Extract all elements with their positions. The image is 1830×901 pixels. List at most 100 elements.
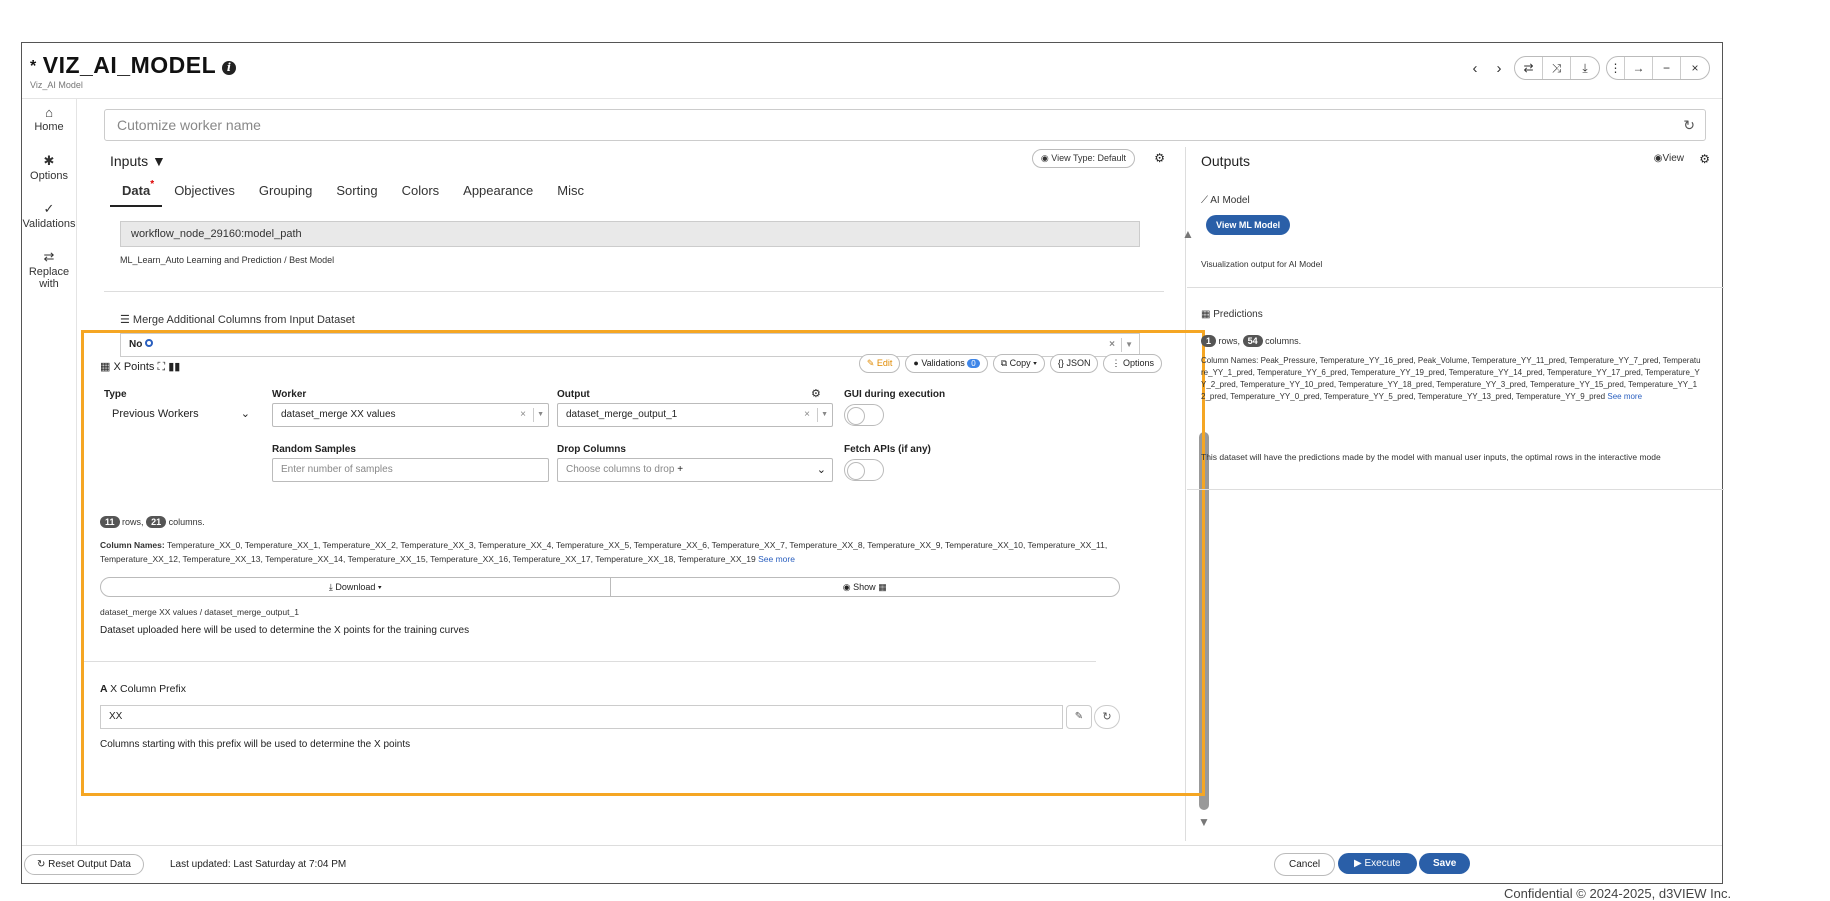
nav-item-home[interactable]: ⌂ Home bbox=[22, 99, 76, 147]
fullscreen-icon[interactable]: ⛶ bbox=[157, 361, 165, 373]
filter-icon[interactable]: ▼ bbox=[152, 153, 166, 169]
refresh-icon: ↻ bbox=[37, 859, 49, 870]
view-type-button[interactable]: ◉ View Type: Default bbox=[1031, 149, 1135, 168]
nav-label: Validations bbox=[22, 218, 76, 230]
tab-grouping[interactable]: Grouping bbox=[247, 179, 324, 207]
ai-model-text: AI Model bbox=[1210, 195, 1250, 206]
tab-appearance[interactable]: Appearance bbox=[451, 179, 545, 207]
reset-output-button[interactable]: ↻ Reset Output Data bbox=[24, 854, 144, 875]
tab-label: Data bbox=[122, 183, 151, 198]
drop-columns-placeholder: Choose columns to drop bbox=[566, 464, 675, 475]
options-button[interactable]: ⋮ Options bbox=[1103, 354, 1162, 373]
view-ml-model-button[interactable]: View ML Model bbox=[1206, 215, 1291, 235]
model-path-field[interactable]: workflow_node_29160:model_path bbox=[120, 221, 1140, 247]
outputs-title: Outputs bbox=[1201, 153, 1251, 169]
view-button[interactable]: ◉View bbox=[1654, 153, 1684, 164]
required-marker: * bbox=[150, 179, 155, 190]
rows-info: 11 rows, 21 columns. bbox=[100, 516, 205, 528]
expand-icon[interactable]: → bbox=[1625, 57, 1653, 79]
drop-columns-select[interactable]: Choose columns to drop + ⌄ bbox=[557, 458, 833, 482]
worker-label: Worker bbox=[272, 389, 307, 400]
merge-label-text: Merge Additional Columns from Input Data… bbox=[132, 314, 355, 326]
tab-objectives[interactable]: Objectives bbox=[162, 179, 247, 207]
column-names-label: Column Names: bbox=[100, 540, 165, 550]
nav-item-validations[interactable]: ✓ Validations bbox=[22, 195, 76, 243]
check-icon: ✓ bbox=[43, 201, 55, 216]
validations-count: 0 bbox=[967, 359, 980, 368]
refresh-icon[interactable]: ↻ bbox=[1094, 705, 1120, 729]
validations-button[interactable]: ● Validations 0 bbox=[905, 354, 988, 373]
drop-columns-label: Drop Columns bbox=[557, 444, 626, 455]
options-label: Options bbox=[1122, 358, 1154, 368]
tab-sorting[interactable]: Sorting bbox=[324, 179, 389, 207]
chevron-down-icon[interactable]: ▼ bbox=[533, 408, 544, 422]
copy-button[interactable]: ⧉ Copy ▾ bbox=[992, 354, 1045, 373]
rows-count: 11 bbox=[100, 516, 120, 528]
inputs-title-text: Inputs bbox=[110, 153, 149, 169]
worker-select[interactable]: dataset_merge XX values × ▼ bbox=[272, 403, 549, 427]
chart-icon[interactable]: ▮▮ bbox=[168, 361, 180, 373]
nav-item-replace[interactable]: ⇄ Replace with bbox=[22, 243, 76, 291]
info-icon[interactable]: i bbox=[222, 61, 237, 75]
execute-label: Execute bbox=[1364, 858, 1401, 869]
type-label: Type bbox=[104, 389, 127, 400]
save-button[interactable]: Save bbox=[1419, 853, 1471, 874]
download-label: Download bbox=[335, 582, 376, 592]
divider bbox=[1187, 287, 1724, 288]
paperclip-icon[interactable]: ✎ bbox=[1066, 705, 1092, 729]
view-label: View bbox=[1662, 153, 1685, 164]
table-icon: ▦ bbox=[100, 361, 114, 373]
gear-icon[interactable]: ⚙ bbox=[1699, 152, 1710, 166]
last-updated: Last updated: Last Saturday at 7:04 PM bbox=[170, 859, 347, 870]
shuffle-icon[interactable]: ⤨ bbox=[1543, 57, 1571, 79]
fetch-apis-toggle[interactable] bbox=[844, 459, 884, 481]
see-more-link[interactable]: See more bbox=[1607, 392, 1642, 401]
see-more-link[interactable]: See more bbox=[758, 554, 795, 564]
next-arrow-icon[interactable]: › bbox=[1490, 60, 1508, 77]
close-icon[interactable]: × bbox=[1681, 57, 1709, 79]
worker-name-input[interactable]: Cutomize worker name ↻ bbox=[104, 109, 1706, 141]
gear-icon[interactable]: ⚙ bbox=[811, 387, 821, 400]
more-icon[interactable]: ⋮ bbox=[1607, 57, 1625, 79]
rows-suffix: rows, bbox=[122, 517, 144, 527]
show-button[interactable]: ◉ Show ▦ bbox=[611, 578, 1120, 596]
eye-icon: ◉ bbox=[842, 582, 854, 592]
gear-icon[interactable]: ⚙ bbox=[1154, 151, 1165, 165]
minimize-icon[interactable]: − bbox=[1653, 57, 1681, 79]
divider bbox=[104, 291, 1164, 292]
dataset-path-caption: dataset_merge XX values / dataset_merge_… bbox=[100, 607, 299, 617]
type-select[interactable]: Previous Workers ⌄ bbox=[104, 403, 254, 427]
nav-label: Replace with bbox=[28, 266, 70, 290]
prefix-input[interactable]: XX bbox=[100, 705, 1063, 729]
download-button[interactable]: ⤓ Download ▾ bbox=[101, 578, 611, 596]
footer-bar: ↻ Reset Output Data Last updated: Last S… bbox=[22, 845, 1722, 885]
edit-label: Edit bbox=[876, 358, 893, 368]
prev-arrow-icon[interactable]: ‹ bbox=[1466, 60, 1484, 77]
nav-item-options[interactable]: ✱ Options bbox=[22, 147, 76, 195]
refresh-icon[interactable]: ↻ bbox=[1683, 110, 1695, 140]
ai-model-label: ⟋ AI Model bbox=[1201, 195, 1250, 206]
tab-colors[interactable]: Colors bbox=[390, 179, 452, 207]
clear-icon[interactable]: × bbox=[520, 404, 526, 426]
inputs-title[interactable]: Inputs ▼ bbox=[110, 153, 166, 169]
gui-toggle[interactable] bbox=[844, 404, 884, 426]
x-points-title-text: X Points bbox=[113, 361, 155, 373]
cancel-button[interactable]: Cancel bbox=[1274, 853, 1336, 876]
chevron-down-icon[interactable]: ▼ bbox=[817, 408, 828, 422]
execute-button[interactable]: ▶ Execute bbox=[1338, 853, 1417, 874]
gui-label: GUI during execution bbox=[844, 389, 946, 400]
tab-misc[interactable]: Misc bbox=[545, 179, 596, 207]
tab-data[interactable]: Data * bbox=[110, 179, 163, 207]
clear-icon[interactable]: × bbox=[804, 404, 810, 426]
divider bbox=[1187, 489, 1724, 490]
chevron-down-icon: ⌄ bbox=[240, 408, 250, 420]
columns-count: 54 bbox=[1242, 335, 1263, 347]
random-samples-input[interactable]: Enter number of samples bbox=[272, 458, 549, 482]
output-select[interactable]: dataset_merge_output_1 × ▼ bbox=[557, 403, 833, 427]
download-icon[interactable]: ⤓ bbox=[1571, 57, 1599, 79]
model-path-caption: ML_Learn_Auto Learning and Prediction / … bbox=[120, 255, 335, 265]
json-button[interactable]: {} JSON bbox=[1049, 354, 1099, 373]
predictions-description: This dataset will have the predictions m… bbox=[1201, 452, 1661, 462]
swap-icon[interactable]: ⇄ bbox=[1515, 57, 1543, 79]
edit-button[interactable]: ✎ Edit bbox=[858, 354, 901, 373]
